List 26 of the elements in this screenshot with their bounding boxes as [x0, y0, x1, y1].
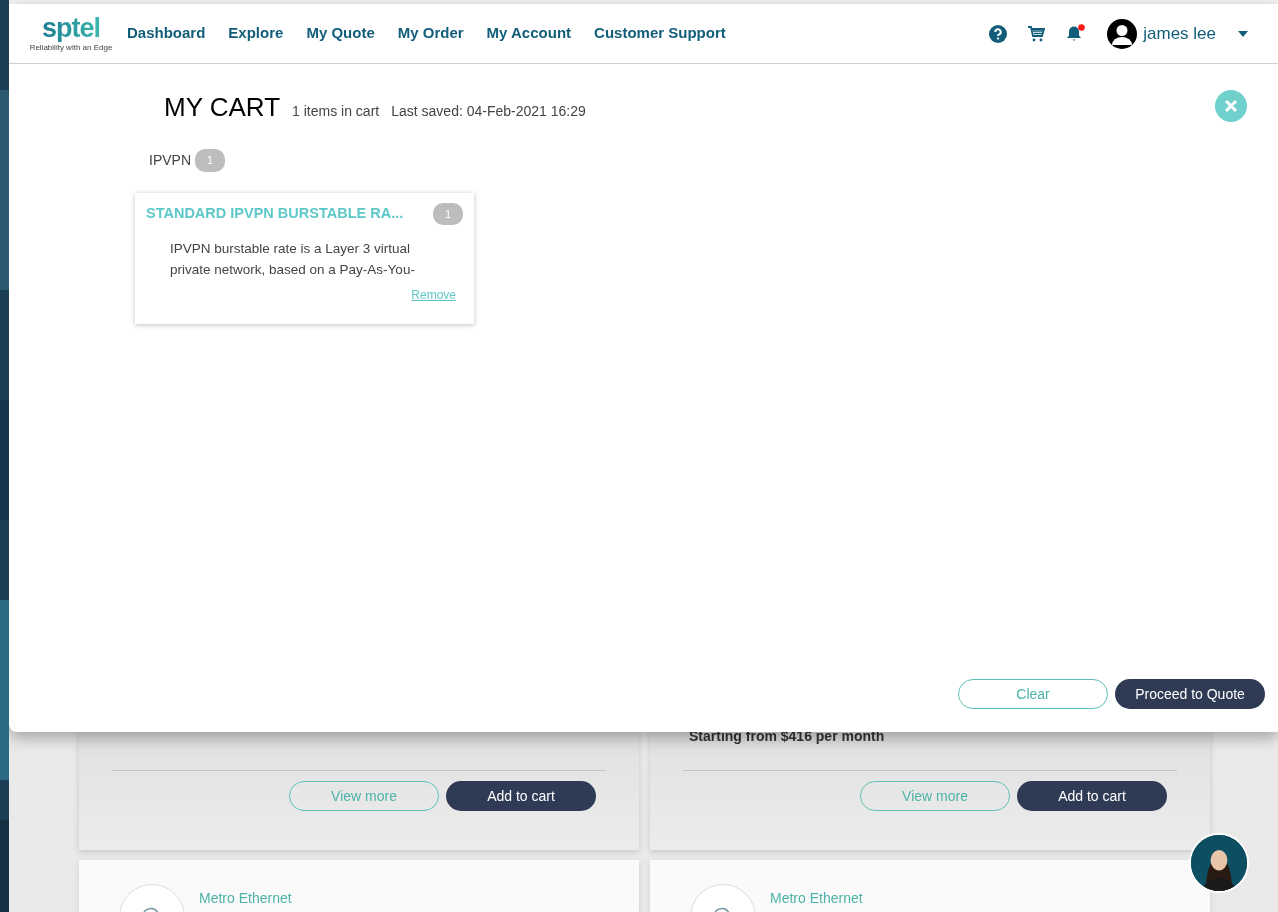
category-label: Metro Ethernet — [770, 889, 863, 908]
add-to-cart-button[interactable]: Add to cart — [1017, 781, 1167, 811]
caret-icon[interactable] — [1238, 30, 1248, 37]
avatar-icon[interactable] — [1107, 18, 1138, 49]
user-name[interactable]: james lee — [1143, 20, 1216, 47]
nav-link[interactable]: My Account — [486, 22, 572, 45]
nav-link[interactable]: Dashboard — [127, 22, 206, 45]
cart-icon[interactable] — [1028, 25, 1046, 42]
help-icon[interactable] — [989, 24, 1008, 43]
cart-title: MY CART — [164, 91, 281, 124]
close-icon — [1224, 99, 1238, 113]
last-saved-text: Last saved: 04-Feb-2021 16:29 — [391, 102, 586, 121]
logo-tagline: Reliability with an Edge — [29, 44, 113, 52]
quantity-badge: 1 — [432, 202, 463, 225]
category-label: IPVPN — [149, 150, 191, 170]
add-to-cart-button[interactable]: Add to cart — [446, 781, 596, 811]
item-count: 1 items in cart — [292, 102, 380, 121]
nav-link[interactable]: My Order — [397, 22, 464, 45]
nav-link[interactable]: Customer Support — [594, 22, 726, 45]
count-badge: 1 — [195, 149, 226, 172]
product-description: IPVPN burstable rate is a Layer 3 virtual private network, based on a Pay-As-You- — [170, 240, 416, 279]
nav-link[interactable]: Explore — [228, 22, 284, 45]
product-title: STANDARD IPVPN BURSTABLE RA... — [146, 203, 404, 223]
proceed-button[interactable]: Proceed to Quote — [1115, 679, 1265, 709]
category-label: Metro Ethernet — [199, 889, 292, 908]
nav-link[interactable]: My Quote — [306, 22, 375, 45]
